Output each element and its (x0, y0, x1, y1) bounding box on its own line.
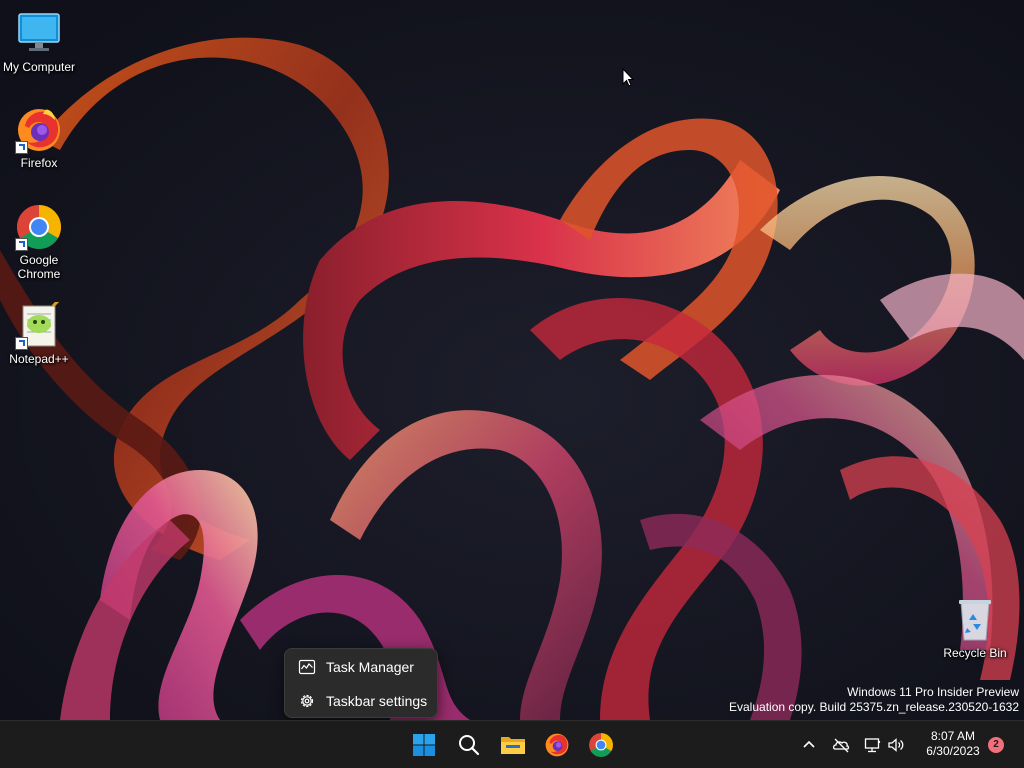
desktop-icon-label: Notepad++ (9, 352, 69, 366)
notepadpp-icon (15, 298, 63, 350)
desktop-icon-label: Recycle Bin (943, 646, 1007, 660)
taskbar: 8:07 AM 6/30/2023 2 (0, 720, 1024, 768)
watermark-line-2: Evaluation copy. Build 25375.zn_release.… (729, 700, 1019, 714)
mouse-cursor-icon (622, 68, 635, 87)
desktop-icon-recycle-bin[interactable]: Recycle Bin (937, 596, 1013, 660)
search-button[interactable] (451, 727, 487, 763)
shortcut-arrow-icon (15, 337, 28, 350)
firefox-icon (545, 733, 569, 757)
firefox-taskbar-button[interactable] (539, 727, 575, 763)
desktop-icon-label: Google Chrome (17, 253, 61, 281)
start-icon (413, 734, 435, 756)
onedrive-offline-icon[interactable] (832, 736, 850, 754)
desktop-icon-label: My Computer (2, 60, 76, 74)
desktop-wallpaper (0, 0, 1024, 720)
chrome-taskbar-button[interactable] (583, 727, 619, 763)
desktop-icon-notepadpp[interactable]: Notepad++ (1, 298, 77, 366)
shortcut-arrow-icon (15, 141, 28, 154)
file-explorer-icon (501, 737, 525, 754)
search-icon (459, 735, 480, 756)
windows-watermark: Windows 11 Pro Insider Preview Evaluatio… (729, 685, 1019, 715)
clock-date: 6/30/2023 (926, 744, 980, 758)
desktop-icon-firefox[interactable]: Firefox (1, 106, 77, 170)
notification-badge[interactable]: 2 (988, 737, 1004, 753)
chrome-icon (589, 733, 613, 757)
firefox-icon (15, 106, 63, 154)
network-icon[interactable] (864, 736, 882, 754)
menu-item-label: Task Manager (326, 659, 414, 675)
taskbar-clock[interactable]: 8:07 AM 6/30/2023 (910, 729, 996, 759)
monitor-icon (15, 10, 63, 58)
watermark-line-1: Windows 11 Pro Insider Preview (847, 685, 1019, 699)
menu-item-label: Taskbar settings (326, 693, 428, 709)
menu-item-task-manager[interactable]: Task Manager (285, 650, 437, 684)
desktop-icon-google-chrome[interactable]: Google Chrome (1, 203, 77, 281)
shortcut-arrow-icon (15, 238, 28, 251)
chrome-icon (15, 203, 63, 251)
desktop-icon-my-computer[interactable]: My Computer (1, 10, 77, 74)
desktop-icon-label: Firefox (20, 156, 58, 170)
file-explorer-button[interactable] (495, 727, 531, 763)
start-button[interactable] (406, 727, 442, 763)
gear-icon (300, 694, 314, 708)
volume-icon[interactable] (887, 736, 905, 754)
clock-time: 8:07 AM (930, 729, 976, 743)
taskbar-context-menu: Task Manager Taskbar settings (284, 648, 438, 718)
task-manager-icon (298, 659, 316, 675)
recycle-bin-icon (951, 596, 999, 644)
chevron-up-icon[interactable] (800, 736, 818, 754)
menu-item-taskbar-settings[interactable]: Taskbar settings (285, 684, 437, 718)
